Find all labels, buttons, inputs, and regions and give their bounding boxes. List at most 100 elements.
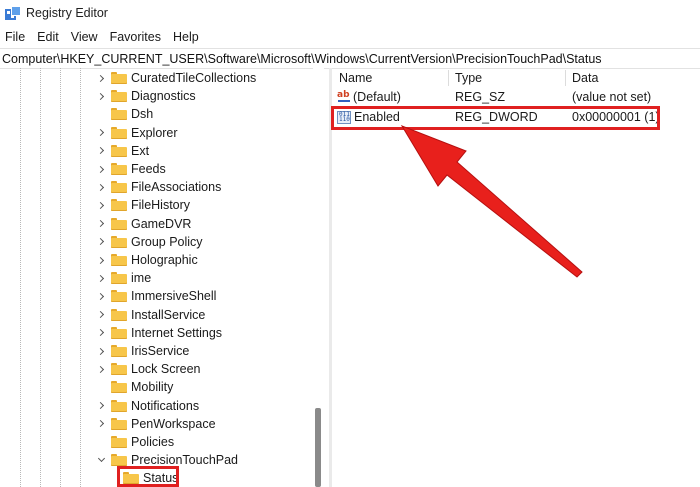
menu-view[interactable]: View xyxy=(66,30,105,44)
string-value-icon: ab xyxy=(337,90,350,102)
folder-icon xyxy=(111,90,127,103)
tree-key-label: Diagnostics xyxy=(131,89,196,104)
chevron-right-icon[interactable] xyxy=(96,200,106,210)
chevron-right-icon[interactable] xyxy=(96,310,106,320)
folder-icon xyxy=(111,399,127,412)
tree-key-item[interactable]: InstallService xyxy=(96,306,205,324)
key-tree-pane[interactable]: CuratedTileCollections Diagnostics Dsh Expl… xyxy=(0,68,326,487)
tree-key-item[interactable]: CuratedTileCollections xyxy=(96,69,256,87)
value-row-default[interactable]: ab (Default) REG_SZ (value not set) xyxy=(333,88,700,106)
tree-key-label: Policies xyxy=(131,435,175,449)
chevron-right-icon[interactable] xyxy=(96,291,106,301)
chevron-right-icon[interactable] xyxy=(96,182,106,192)
menu-favorites[interactable]: Favorites xyxy=(105,30,168,44)
values-list-pane[interactable]: Name Type Data ab (Default) REG_SZ (valu… xyxy=(333,68,700,487)
menu-edit[interactable]: Edit xyxy=(32,30,66,44)
folder-icon xyxy=(111,272,127,285)
folder-icon xyxy=(111,290,127,303)
tree-key-item[interactable]: ime xyxy=(96,269,151,287)
menu-help[interactable]: Help xyxy=(168,30,206,44)
value-data: (value not set) xyxy=(572,90,652,104)
tree-key-label: FileAssociations xyxy=(131,180,222,195)
tree-key-item[interactable]: Diagnostics xyxy=(96,87,196,105)
chevron-right-icon[interactable] xyxy=(96,146,106,156)
chevron-right-icon[interactable] xyxy=(96,401,106,411)
chevron-down-icon[interactable] xyxy=(96,455,106,465)
column-header-data[interactable]: Data xyxy=(572,68,692,88)
chevron-right-icon[interactable] xyxy=(96,91,106,101)
tree-key-item[interactable]: FileHistory xyxy=(96,196,190,214)
chevron-right-icon[interactable] xyxy=(96,73,106,83)
tree-key-item[interactable]: Lock Screen xyxy=(96,360,200,378)
value-name-cell: ab (Default) xyxy=(337,88,401,106)
chevron-right-icon[interactable] xyxy=(96,328,106,338)
tree-guide-line xyxy=(20,68,21,487)
tree-key-item[interactable]: Dsh xyxy=(96,105,153,123)
column-divider[interactable] xyxy=(565,70,566,86)
chevron-right-icon[interactable] xyxy=(96,419,106,429)
tree-key-item[interactable]: GameDVR xyxy=(96,215,191,233)
tree-guide-line xyxy=(60,68,61,487)
tree-key-label: GameDVR xyxy=(131,216,192,231)
menu-file[interactable]: File xyxy=(0,30,32,44)
tree-key-label: Lock Screen xyxy=(131,362,201,377)
folder-icon xyxy=(111,436,127,448)
chevron-right-icon[interactable] xyxy=(96,237,106,247)
tree-expander-spacer xyxy=(96,382,106,392)
tree-key-item[interactable]: Group Policy xyxy=(96,233,203,251)
folder-icon xyxy=(111,381,127,394)
tree-key-item[interactable]: Mobility xyxy=(96,378,173,396)
column-header-name[interactable]: Name xyxy=(339,68,449,88)
tree-key-item[interactable]: Feeds xyxy=(96,160,166,178)
pane-splitter[interactable] xyxy=(329,68,332,487)
tree-key-item[interactable]: ImmersiveShell xyxy=(96,287,216,305)
tree-key-label: Group Policy xyxy=(131,234,203,249)
title-bar: Registry Editor xyxy=(0,0,700,26)
chevron-right-icon[interactable] xyxy=(96,128,106,138)
tree-key-item[interactable]: FileAssociations xyxy=(96,178,221,196)
chevron-right-icon[interactable] xyxy=(96,164,106,174)
column-header-type[interactable]: Type xyxy=(455,68,565,88)
tree-key-label: Dsh xyxy=(131,107,154,122)
tree-key-item[interactable]: Ext xyxy=(96,142,149,160)
tree-key-label: CuratedTileCollections xyxy=(131,71,257,85)
value-name: (Default) xyxy=(353,90,401,104)
chevron-right-icon[interactable] xyxy=(96,346,106,356)
column-divider[interactable] xyxy=(448,70,449,86)
address-path[interactable]: Computer\HKEY_CURRENT_USER\Software\Micr… xyxy=(2,52,602,66)
tree-key-label: Holographic xyxy=(131,253,198,267)
chevron-right-icon[interactable] xyxy=(96,364,106,374)
folder-icon xyxy=(111,417,127,430)
tree-guide-line xyxy=(40,68,41,487)
tree-key-item[interactable]: Policies xyxy=(96,433,174,451)
chevron-right-icon[interactable] xyxy=(96,273,106,283)
tree-key-label: Explorer xyxy=(131,125,178,140)
folder-icon xyxy=(111,144,127,157)
tree-expander-spacer xyxy=(96,109,106,119)
folder-icon xyxy=(111,72,127,84)
tree-key-item[interactable]: Notifications xyxy=(96,397,199,415)
tree-key-label: InstallService xyxy=(131,307,206,322)
tree-key-item[interactable]: Internet Settings xyxy=(96,324,222,342)
chevron-right-icon[interactable] xyxy=(96,255,106,265)
tree-scrollbar-thumb[interactable] xyxy=(315,408,321,487)
tree-key-item[interactable]: Explorer xyxy=(96,124,178,142)
folder-icon xyxy=(111,363,127,376)
status-key-highlight-box xyxy=(117,466,179,487)
tree-key-item[interactable]: PenWorkspace xyxy=(96,415,216,433)
address-bar[interactable]: Computer\HKEY_CURRENT_USER\Software\Micr… xyxy=(0,48,700,69)
folder-icon xyxy=(111,181,127,194)
folder-icon xyxy=(111,163,127,175)
tree-key-item[interactable]: Holographic xyxy=(96,251,198,269)
chevron-right-icon[interactable] xyxy=(96,219,106,229)
tree-key-item[interactable]: IrisService xyxy=(96,342,189,360)
tree-key-label: Feeds xyxy=(131,162,166,176)
tree-key-label: IrisService xyxy=(131,344,190,358)
folder-icon xyxy=(111,454,127,467)
folder-icon xyxy=(111,199,127,212)
tree-key-label: ime xyxy=(131,271,152,286)
tree-key-label: PenWorkspace xyxy=(131,416,216,431)
tree-key-label: Notifications xyxy=(131,398,200,413)
folder-icon xyxy=(111,108,127,121)
value-type: REG_SZ xyxy=(455,90,506,104)
